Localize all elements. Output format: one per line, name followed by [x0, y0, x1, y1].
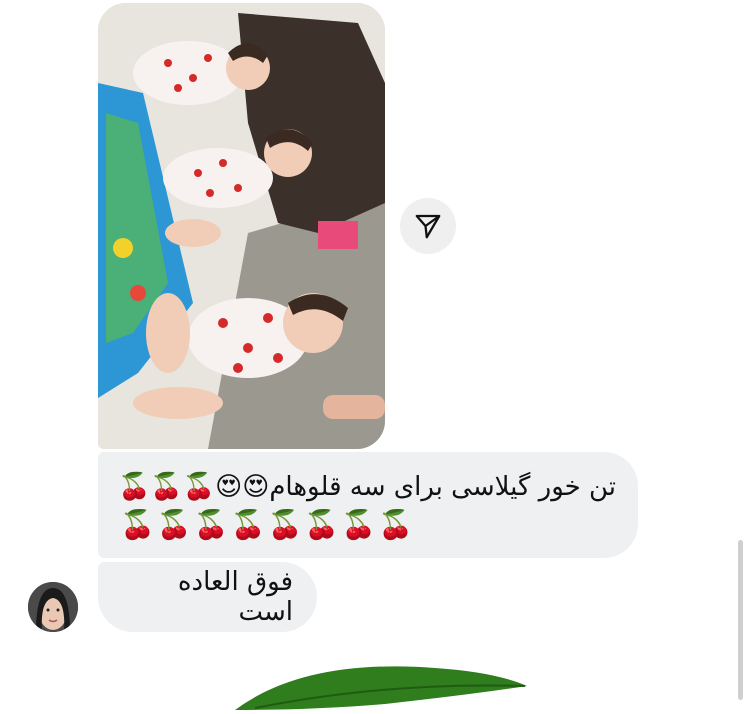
message-bubble-sent[interactable]: تن خور گیلاسی برای سه قلوهام😍😍🍒🍒🍒 🍒🍒🍒🍒🍒🍒…: [98, 452, 638, 558]
message-bubble-received[interactable]: فوق العاده است: [98, 562, 317, 632]
scrollbar[interactable]: [738, 540, 743, 700]
message-emoji-line: 🍒🍒🍒🍒🍒🍒🍒🍒: [120, 508, 415, 541]
shared-post-image[interactable]: [98, 3, 385, 449]
share-button[interactable]: [400, 198, 456, 254]
babies-photo: [98, 3, 385, 449]
send-icon: [415, 214, 441, 239]
leaf-sticker: [235, 664, 530, 710]
sender-avatar[interactable]: [28, 582, 78, 632]
avatar-image: [28, 582, 78, 632]
message-text: فوق العاده است: [177, 567, 293, 627]
message-text-line: تن خور گیلاسی برای سه قلوهام😍😍🍒🍒🍒: [117, 472, 616, 502]
